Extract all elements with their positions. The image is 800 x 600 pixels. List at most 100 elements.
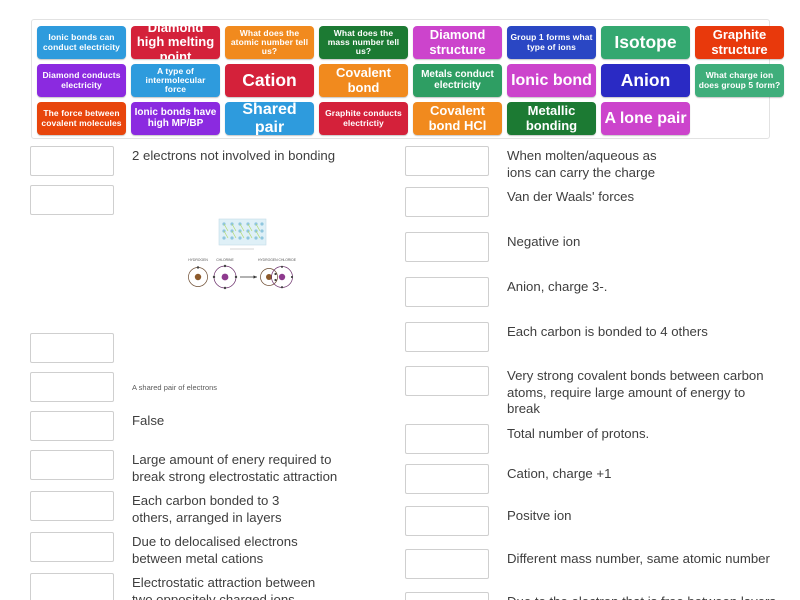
- tile-label: Ionic bonds have high MP/BP: [134, 106, 217, 129]
- tile-row: Diamond conducts electricity A type of i…: [37, 64, 784, 97]
- drop-zone[interactable]: [405, 277, 489, 307]
- answer-row: Each carbon is bonded to 4 others: [405, 322, 777, 360]
- drop-zone[interactable]: [405, 187, 489, 217]
- tile-label: A type of intermolecular force: [145, 65, 206, 95]
- tile-label: Cation: [242, 70, 297, 91]
- answer-text: 2 electrons not involved in bonding: [132, 148, 336, 163]
- tile-label: Shared pair: [242, 102, 297, 135]
- drop-zone[interactable]: [30, 185, 114, 215]
- drop-zone[interactable]: [405, 423, 489, 454]
- answer-text: Negative ion: [507, 234, 581, 249]
- drop-zone[interactable]: [405, 505, 489, 536]
- draggable-tile[interactable]: Diamond structure: [413, 26, 502, 59]
- draggable-tile[interactable]: Isotope: [601, 26, 690, 59]
- answer-text: Due to delocalised electrons between met…: [132, 534, 298, 566]
- answer-column-left: 2 electrons not involved in bonding HYDR…: [30, 146, 402, 600]
- answer-row: Van der Waals' forces: [405, 187, 777, 226]
- answer-row: Due to the electron that is free between…: [405, 591, 777, 600]
- answer-text: Cation, charge +1: [507, 465, 612, 481]
- answer-row: Total number of protons.: [405, 423, 777, 458]
- answer-diagram: HYDROGEN CHLORINE HYDROGEN CHLORIDE: [114, 185, 402, 327]
- draggable-tile[interactable]: Anion: [601, 64, 690, 97]
- drop-zone[interactable]: [30, 573, 114, 600]
- answer-text: Anion, charge 3-.: [507, 279, 608, 294]
- draggable-tile[interactable]: Covalent bond HCl: [413, 102, 502, 135]
- drop-zone[interactable]: [405, 366, 489, 396]
- answer-row: Very strong covalent bonds between carbo…: [405, 366, 777, 418]
- drop-zone[interactable]: [30, 333, 114, 363]
- answer-row: False: [30, 411, 402, 444]
- answer-text: Each carbon bonded to 3 others, arranged…: [132, 493, 282, 525]
- tile-row: The force between covalent molecules Ion…: [37, 102, 764, 135]
- drop-zone[interactable]: [30, 450, 114, 480]
- answer-text: False: [132, 413, 165, 428]
- tile-label: Covalent bond HCl: [428, 103, 487, 133]
- tile-label: Ionic bonds can conduct electricity: [42, 32, 120, 52]
- answer-text: Positve ion: [507, 507, 572, 523]
- answer-text: [114, 333, 402, 335]
- tile-label: Metallic bonding: [525, 103, 578, 133]
- draggable-tile[interactable]: Group 1 forms what type of ions: [507, 26, 596, 59]
- answer-row: Electrostatic attraction between two opp…: [30, 573, 402, 600]
- draggable-tile[interactable]: Cation: [225, 64, 314, 97]
- tile-label: What does the mass number tell us?: [327, 27, 400, 57]
- answer-row: Due to delocalised electrons between met…: [30, 532, 402, 567]
- draggable-tile[interactable]: Ionic bonds can conduct electricity: [37, 26, 126, 59]
- draggable-tile[interactable]: What charge ion does group 5 form?: [695, 64, 784, 97]
- drop-zone[interactable]: [405, 463, 489, 494]
- draggable-tile[interactable]: Diamond conducts electricity: [37, 64, 126, 97]
- drop-zone[interactable]: [405, 322, 489, 352]
- draggable-tile[interactable]: Ionic bond: [507, 64, 596, 97]
- drop-zone[interactable]: [30, 372, 114, 402]
- drop-zone[interactable]: [405, 146, 489, 176]
- answer-row: 2 electrons not involved in bonding: [30, 146, 402, 179]
- tile-rows: Ionic bonds can conduct electricity Diam…: [37, 26, 784, 135]
- draggable-tile[interactable]: A type of intermolecular force: [131, 64, 220, 97]
- draggable-tile[interactable]: Graphite conducts electrictiy: [319, 102, 408, 135]
- tile-label: Metals conduct electricity: [421, 68, 494, 91]
- tile-label: What charge ion does group 5 form?: [698, 70, 781, 90]
- answer-row: Anion, charge 3-.: [405, 277, 777, 316]
- tile-label: What does the atomic number tell us?: [230, 27, 309, 57]
- draggable-tile[interactable]: Ionic bonds have high MP/BP: [131, 102, 220, 135]
- draggable-tile[interactable]: Shared pair: [225, 102, 314, 135]
- draggable-tile[interactable]: Diamond high melting point: [131, 26, 220, 59]
- draggable-tile[interactable]: A lone pair: [601, 102, 690, 135]
- tile-label: Isotope: [614, 32, 677, 53]
- answer-row: [30, 333, 402, 366]
- drop-zone[interactable]: [30, 411, 114, 441]
- answer-row: Positve ion: [405, 505, 777, 543]
- covalent-bonding-diagram-icon: HYDROGEN CHLORINE HYDROGEN CHLORIDE: [180, 202, 305, 311]
- draggable-tile[interactable]: Metallic bonding: [507, 102, 596, 135]
- answer-text: Different mass number, same atomic numbe…: [507, 550, 770, 566]
- tile-label: A lone pair: [604, 109, 687, 127]
- answer-row: HYDROGEN CHLORINE HYDROGEN CHLORIDE: [30, 185, 402, 327]
- answer-column-right: When molten/aqueous as ions can carry th…: [405, 146, 777, 600]
- tile-label: The force between covalent molecules: [41, 108, 122, 128]
- draggable-tile[interactable]: Metals conduct electricity: [413, 64, 502, 97]
- tile-label: Anion: [620, 70, 671, 91]
- answer-row: A shared pair of electrons: [30, 372, 402, 405]
- draggable-tile[interactable]: What does the mass number tell us?: [319, 26, 408, 59]
- draggable-tile[interactable]: What does the atomic number tell us?: [225, 26, 314, 59]
- drop-zone[interactable]: [405, 591, 489, 600]
- draggable-tile[interactable]: Covalent bond: [319, 64, 408, 97]
- drop-zone[interactable]: [405, 232, 489, 262]
- draggable-tile[interactable]: Graphite structure: [695, 26, 784, 59]
- tile-label: Diamond structure: [429, 27, 486, 57]
- drop-zone[interactable]: [405, 548, 489, 579]
- draggable-tile[interactable]: The force between covalent molecules: [37, 102, 126, 135]
- svg-text:CHLORINE: CHLORINE: [216, 258, 234, 262]
- drop-zone[interactable]: [30, 146, 114, 176]
- answer-text: A shared pair of electrons: [132, 383, 218, 392]
- drop-zone[interactable]: [30, 491, 114, 521]
- tile-tray: Ionic bonds can conduct electricity Diam…: [31, 19, 784, 139]
- answer-row: Negative ion: [405, 232, 777, 271]
- tile-row: Ionic bonds can conduct electricity Diam…: [37, 26, 784, 59]
- tile-label: Diamond conducts electricity: [42, 70, 121, 90]
- answer-text: Large amount of enery required to break …: [132, 452, 338, 484]
- drop-zone[interactable]: [30, 532, 114, 562]
- answer-row: Different mass number, same atomic numbe…: [405, 548, 777, 586]
- answer-text: Total number of protons.: [507, 425, 650, 441]
- tile-label: Covalent bond: [336, 65, 391, 95]
